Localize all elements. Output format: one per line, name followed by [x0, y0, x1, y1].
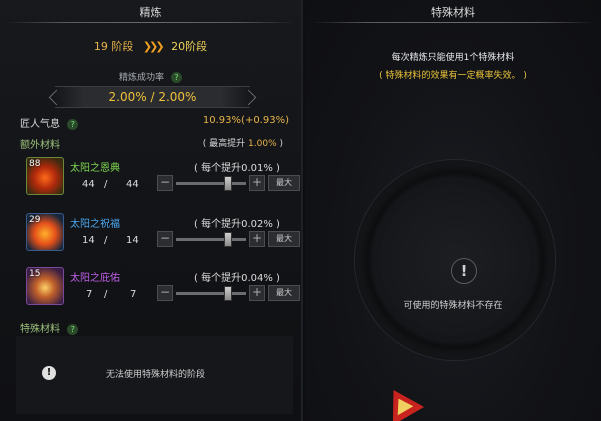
title-divider [311, 22, 595, 23]
plus-button[interactable]: + [249, 231, 265, 247]
material-row: 88 太阳之恩典 ( 每个提升0.01% ) 44 / 44 − + 最大 [16, 153, 300, 203]
special-panel-title: 特殊材料 [431, 6, 475, 19]
slider-track[interactable] [176, 182, 246, 185]
title-divider [6, 22, 295, 23]
material-row: 29 太阳之祝福 ( 每个提升0.02% ) 14 / 14 − + 最大 [16, 209, 300, 259]
special-warning-notice: ( 特殊材料的效果有一定概率失效。 ) [379, 71, 527, 81]
item-count: 29 [29, 215, 41, 225]
material-name: 太阳之庇佑 [70, 273, 120, 284]
refine-title: 精炼 [139, 6, 162, 19]
stage-arrows-icon: ❯❯❯ [142, 40, 165, 53]
material-have: 44 [82, 179, 95, 190]
material-use: 14 [126, 235, 139, 246]
material-quantity: 44 / 44 [82, 179, 162, 190]
artisan-energy-row: 匠人气息 ? 10.93%(+0.93%) [20, 115, 289, 130]
slider-thumb[interactable] [224, 176, 232, 191]
max-increase: ( 最高提升 1.00% ) [203, 136, 283, 149]
minus-button[interactable]: − [157, 285, 173, 301]
material-have: 14 [82, 235, 95, 246]
material-quantity: 7 / 7 [82, 289, 162, 300]
minus-button[interactable]: − [157, 231, 173, 247]
special-material-message: 无法使用特殊材料的阶段 [106, 370, 206, 380]
stage-from: 19 阶段 [93, 40, 134, 53]
max-button[interactable]: 最大 [268, 231, 300, 247]
slider-track[interactable] [176, 238, 246, 241]
material-per-increase: ( 每个提升0.01% ) [194, 163, 280, 174]
special-material-title: 特殊材料 [20, 324, 60, 335]
material-have: 7 [86, 289, 93, 300]
max-inc-suffix: ) [276, 139, 283, 149]
material-use: 44 [126, 179, 139, 190]
material-use: 7 [130, 289, 137, 300]
item-count: 15 [29, 269, 41, 279]
sun-protection-item-icon[interactable]: 15 [26, 267, 64, 305]
slider-track[interactable] [176, 292, 246, 295]
artisan-label: 匠人气息 [20, 119, 60, 130]
max-button[interactable]: 最大 [268, 285, 300, 301]
max-inc-prefix: ( 最高提升 [202, 139, 249, 149]
exclamation-icon: ! [451, 258, 477, 284]
quantity-slider[interactable]: − + 最大 [157, 175, 300, 193]
max-inc-value: 1.00% [248, 139, 277, 149]
quantity-slider[interactable]: − + 最大 [157, 285, 300, 303]
success-rate-label-row: 精炼成功率 ? [0, 70, 301, 83]
extra-materials-title: 额外材料 [20, 140, 60, 151]
success-rate-label: 精炼成功率 [119, 73, 165, 83]
quantity-separator: / [104, 179, 108, 190]
special-material-title-row: 特殊材料 ? [20, 320, 79, 335]
quantity-separator: / [104, 289, 108, 300]
material-per-increase: ( 每个提升0.04% ) [194, 273, 280, 284]
artisan-value: 10.93%(+0.93%) [202, 115, 289, 126]
plus-button[interactable]: + [249, 175, 265, 191]
no-material-message: 可使用的特殊材料不存在 [403, 301, 503, 311]
sun-blessing-item-icon[interactable]: 29 [26, 213, 64, 251]
material-per-increase: ( 每个提升0.02% ) [194, 219, 280, 230]
exclamation-icon: ! [42, 366, 56, 380]
question-icon[interactable]: ? [67, 118, 79, 130]
stage-indicator: 19 阶段 ❯❯❯ 20阶段 [0, 38, 301, 54]
special-notice: 每次精炼只能使用1个特殊材料 [391, 53, 515, 63]
slider-thumb[interactable] [224, 232, 232, 247]
stage-to: 20阶段 [171, 40, 208, 53]
question-icon[interactable]: ? [170, 72, 182, 83]
question-icon[interactable]: ? [67, 323, 79, 335]
sun-grace-item-icon[interactable]: 88 [26, 157, 64, 195]
slider-thumb[interactable] [224, 286, 232, 301]
refine-panel: 精炼 19 阶段 ❯❯❯ 20阶段 精炼成功率 ? 2.00% / 2.00% … [0, 0, 303, 421]
item-count: 88 [29, 159, 41, 169]
max-button[interactable]: 最大 [268, 175, 300, 191]
material-quantity: 14 / 14 [82, 235, 162, 246]
plus-button[interactable]: + [249, 285, 265, 301]
material-name: 太阳之恩典 [70, 163, 120, 174]
material-name: 太阳之祝福 [70, 219, 120, 230]
special-material-panel: 特殊材料 每次精炼只能使用1个特殊材料 ( 特殊材料的效果有一定概率失效。 ) … [305, 0, 601, 421]
quantity-separator: / [104, 235, 108, 246]
quantity-slider[interactable]: − + 最大 [157, 231, 300, 249]
minus-button[interactable]: − [157, 175, 173, 191]
material-row: 15 太阳之庇佑 ( 每个提升0.04% ) 7 / 7 − + 最大 [16, 263, 300, 313]
success-rate-value: 2.00% / 2.00% [55, 86, 250, 108]
special-material-box: ! 无法使用特殊材料的阶段 [16, 336, 293, 414]
